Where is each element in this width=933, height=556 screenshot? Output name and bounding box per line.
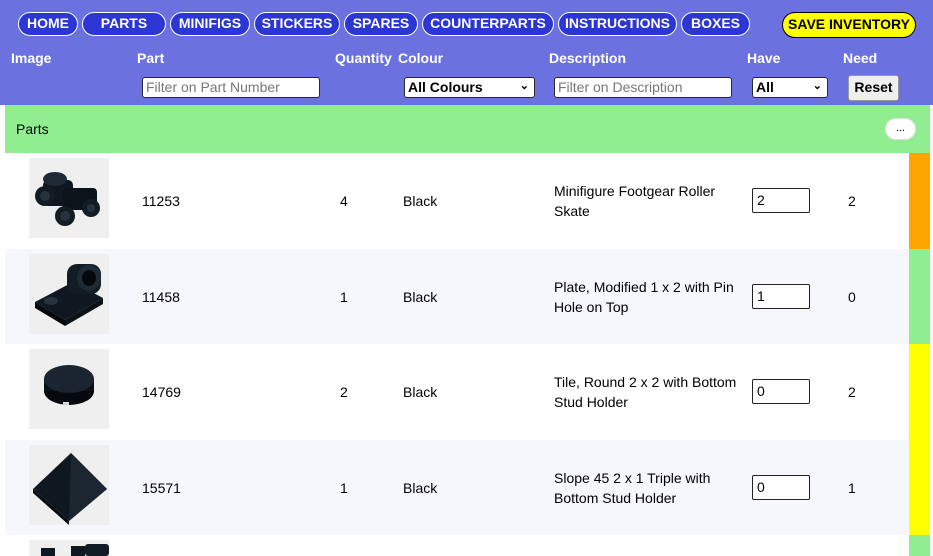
- plate-pin-hole-part-icon: [29, 254, 109, 334]
- colour-filter-select[interactable]: All Colours ⌄: [404, 77, 535, 98]
- nav-parts-button[interactable]: PARTS: [82, 12, 166, 36]
- status-stripe: [909, 249, 930, 345]
- table-row: 11458 1 Black Plate, Modified 1 x 2 with…: [5, 249, 909, 345]
- description: Plate, Modified 1 x 2 with Pin Hole on T…: [554, 279, 734, 315]
- header-have: Have: [747, 50, 781, 66]
- have-input[interactable]: 1: [752, 284, 810, 309]
- roller-skate-part-icon: [29, 158, 109, 238]
- header-bar: HOME PARTS MINIFIGS STICKERS SPARES COUN…: [0, 0, 933, 105]
- quantity: 1: [340, 480, 348, 496]
- have-input[interactable]: 2: [752, 188, 810, 213]
- chevron-down-icon: ⌄: [812, 80, 822, 92]
- part-number: 11458: [142, 289, 180, 305]
- need: 1: [848, 480, 856, 496]
- have-filter-select[interactable]: All ⌄: [752, 77, 828, 98]
- need: 0: [848, 289, 856, 305]
- part-number: 11253: [142, 193, 180, 209]
- colour: Black: [403, 193, 438, 209]
- header-colour: Colour: [398, 50, 444, 66]
- nav-instructions-button[interactable]: INSTRUCTIONS: [558, 12, 677, 36]
- colour-filter-value: All Colours: [408, 79, 483, 95]
- chevron-down-icon: ⌄: [519, 80, 529, 92]
- parts-group-header: Parts ...: [5, 105, 930, 153]
- part-image-icon: [29, 540, 109, 556]
- nav-minifigs-button[interactable]: MINIFIGS: [170, 12, 250, 36]
- nav-home-button[interactable]: HOME: [18, 12, 78, 36]
- quantity: 2: [340, 384, 348, 400]
- nav-boxes-button[interactable]: BOXES: [681, 12, 750, 36]
- save-inventory-button[interactable]: SAVE INVENTORY: [782, 12, 916, 38]
- table-row: 15571 1 Black Slope 45 2 x 1 Triple with…: [5, 440, 909, 536]
- reset-button[interactable]: Reset: [848, 75, 899, 101]
- nav-spares-button[interactable]: SPARES: [344, 12, 418, 36]
- table-row: 11253 4 Black Minifigure Footgear Roller…: [5, 153, 909, 249]
- header-part: Part: [137, 50, 165, 66]
- description-filter-input[interactable]: Filter on Description: [554, 77, 732, 98]
- header-need: Need: [843, 50, 878, 66]
- nav-stickers-button[interactable]: STICKERS: [254, 12, 340, 36]
- status-stripe: [909, 535, 930, 556]
- table-row: [5, 535, 909, 556]
- have-input[interactable]: 0: [752, 379, 810, 404]
- description: Minifigure Footgear Roller Skate: [554, 183, 716, 219]
- table-row: 14769 2 Black Tile, Round 2 x 2 with Bot…: [5, 344, 909, 440]
- colour: Black: [403, 480, 438, 496]
- part-number: 15571: [142, 480, 181, 496]
- colour: Black: [403, 289, 438, 305]
- round-tile-part-icon: [29, 349, 109, 429]
- header-description: Description: [549, 50, 627, 66]
- status-stripe: [909, 440, 930, 536]
- header-quantity: Quantity: [335, 50, 392, 66]
- have-input[interactable]: 0: [752, 475, 810, 500]
- group-more-button[interactable]: ...: [885, 118, 916, 140]
- quantity: 4: [340, 193, 348, 209]
- header-image: Image: [11, 50, 52, 66]
- group-title: Parts: [16, 121, 49, 137]
- part-filter-input[interactable]: Filter on Part Number: [142, 77, 320, 98]
- part-number: 14769: [142, 384, 181, 400]
- nav-counterparts-button[interactable]: COUNTERPARTS: [422, 12, 554, 36]
- description: Tile, Round 2 x 2 with Bottom Stud Holde…: [554, 374, 737, 410]
- slope-part-icon: [29, 445, 109, 525]
- need: 2: [848, 193, 856, 209]
- description: Slope 45 2 x 1 Triple with Bottom Stud H…: [554, 470, 711, 506]
- have-filter-value: All: [756, 79, 774, 95]
- quantity: 1: [340, 289, 348, 305]
- need: 2: [848, 384, 856, 400]
- status-stripe: [909, 344, 930, 440]
- status-stripe: [909, 153, 930, 249]
- colour: Black: [403, 384, 438, 400]
